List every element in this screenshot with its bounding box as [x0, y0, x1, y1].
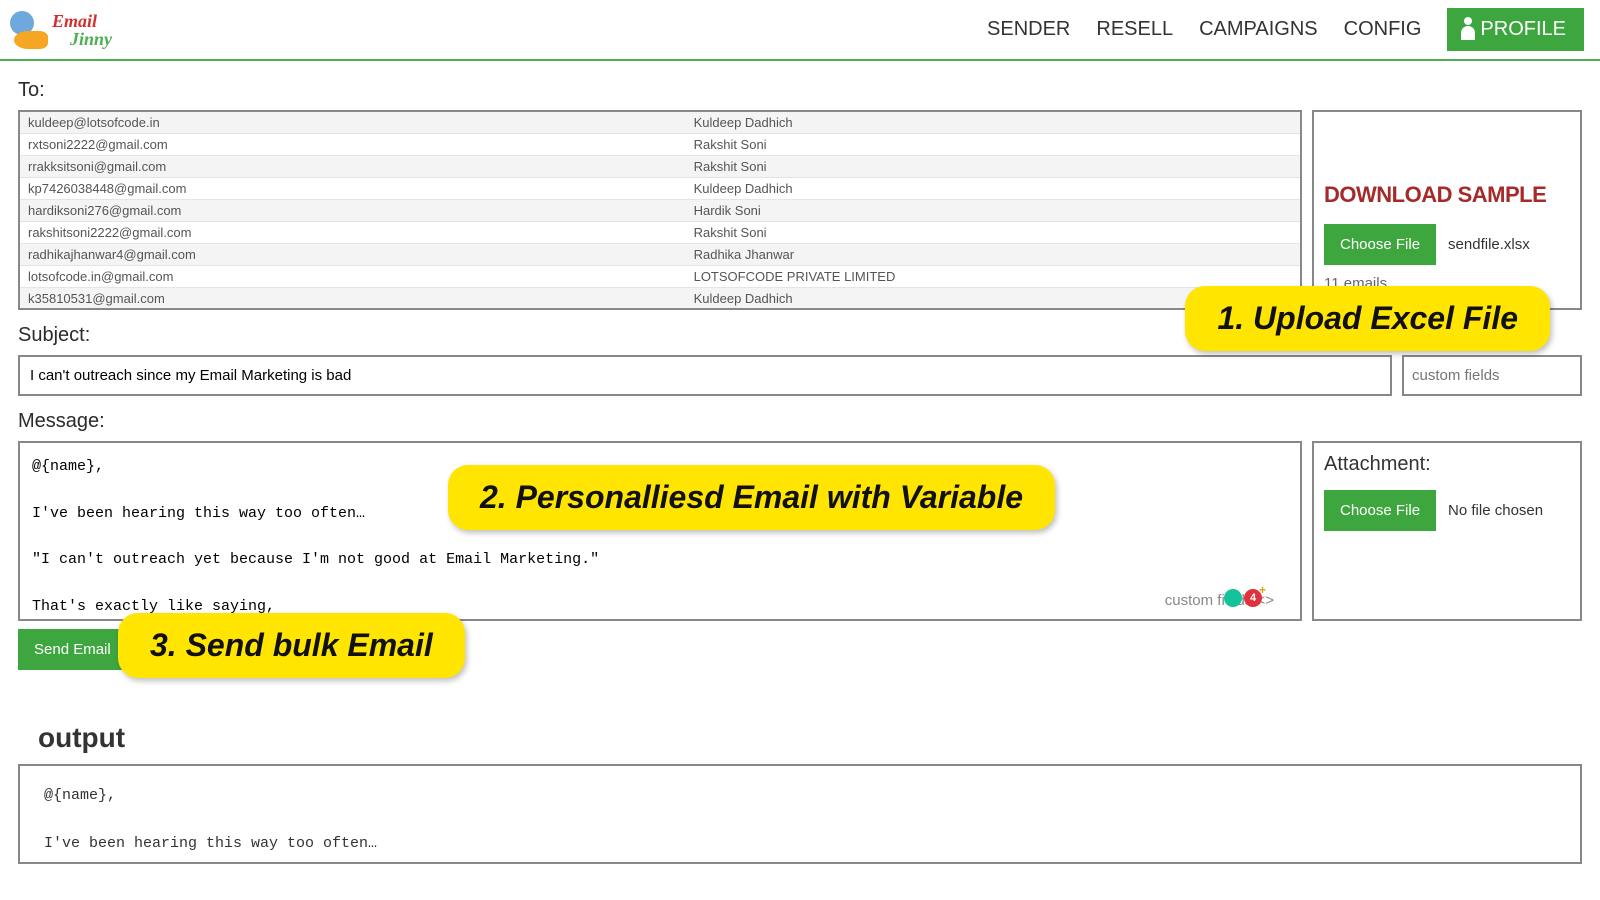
nav-menu: SENDER RESELL CAMPAIGNS CONFIG PROFILE — [987, 8, 1584, 51]
table-row[interactable]: hardiksoni276@gmail.comHardik Soni — [20, 200, 1300, 222]
message-row: custom fields <> 4 Attachment: Choose Fi… — [18, 441, 1582, 621]
recipient-email: kuldeep@lotsofcode.in — [20, 112, 686, 134]
recipient-name: Radhika Jhanwar — [686, 244, 1300, 266]
header-bar: Email Jinny SENDER RESELL CAMPAIGNS CONF… — [0, 0, 1600, 61]
recipient-name: Hardik Soni — [686, 200, 1300, 222]
logo-text: Email Jinny — [52, 12, 112, 48]
main-content: To: kuldeep@lotsofcode.inKuldeep Dadhich… — [0, 61, 1600, 680]
callout-send: 3. Send bulk Email — [118, 613, 465, 678]
nav-sender[interactable]: SENDER — [987, 18, 1070, 41]
recipient-name: Kuldeep Dadhich — [686, 112, 1300, 134]
output-box[interactable]: @{name}, I've been hearing this way too … — [18, 764, 1582, 864]
nav-campaigns[interactable]: CAMPAIGNS — [1199, 18, 1318, 41]
to-row: kuldeep@lotsofcode.inKuldeep Dadhichrxts… — [18, 110, 1582, 310]
output-title: output — [18, 712, 1582, 764]
grammarly-check-icon — [1224, 589, 1242, 607]
table-row[interactable]: rrakksitsoni@gmail.comRakshit Soni — [20, 156, 1300, 178]
profile-label: PROFILE — [1480, 18, 1566, 41]
logo[interactable]: Email Jinny — [8, 9, 112, 51]
output-section: output @{name}, I've been hearing this w… — [0, 712, 1600, 864]
recipient-email: k35810531@gmail.com — [20, 288, 686, 309]
recipients-table-wrap: kuldeep@lotsofcode.inKuldeep Dadhichrxts… — [18, 110, 1302, 310]
recipient-name: Rakshit Soni — [686, 134, 1300, 156]
subject-custom-fields-select[interactable] — [1402, 355, 1582, 396]
recipient-email: rxtsoni2222@gmail.com — [20, 134, 686, 156]
download-sample-link[interactable]: DOWNLOAD SAMPLE — [1324, 182, 1570, 208]
table-row[interactable]: lotsofcode.in@gmail.comLOTSOFCODE PRIVAT… — [20, 266, 1300, 288]
table-row[interactable]: kp7426038448@gmail.comKuldeep Dadhich — [20, 178, 1300, 200]
attachment-panel: Attachment: Choose File No file chosen — [1312, 441, 1582, 621]
attachment-label: Attachment: — [1324, 453, 1570, 476]
to-label: To: — [18, 79, 1582, 102]
upload-panel: DOWNLOAD SAMPLE Choose File sendfile.xls… — [1312, 110, 1582, 310]
recipient-email: kp7426038448@gmail.com — [20, 178, 686, 200]
recipient-email: rrakksitsoni@gmail.com — [20, 156, 686, 178]
attachment-status: No file chosen — [1448, 502, 1543, 519]
table-row[interactable]: radhikajhanwar4@gmail.comRadhika Jhanwar — [20, 244, 1300, 266]
recipient-name: Kuldeep Dadhich — [686, 178, 1300, 200]
attachment-choose-file-button[interactable]: Choose File — [1324, 490, 1436, 531]
callout-upload: 1. Upload Excel File — [1185, 286, 1550, 351]
recipients-table: kuldeep@lotsofcode.inKuldeep Dadhichrxts… — [20, 112, 1300, 308]
lamp-genie-icon — [8, 9, 50, 51]
send-email-button[interactable]: Send Email — [18, 629, 127, 670]
profile-button[interactable]: PROFILE — [1447, 8, 1584, 51]
table-row[interactable]: rakshitsoni2222@gmail.comRakshit Soni — [20, 222, 1300, 244]
upload-filename: sendfile.xlsx — [1448, 236, 1530, 253]
message-label: Message: — [18, 410, 1582, 433]
upload-choose-file-button[interactable]: Choose File — [1324, 224, 1436, 265]
recipient-email: lotsofcode.in@gmail.com — [20, 266, 686, 288]
nav-resell[interactable]: RESELL — [1096, 18, 1173, 41]
subject-row — [18, 355, 1582, 396]
subject-input[interactable] — [18, 355, 1392, 396]
table-row[interactable]: k35810531@gmail.comKuldeep Dadhich — [20, 288, 1300, 309]
recipient-email: hardiksoni276@gmail.com — [20, 200, 686, 222]
recipient-name: Rakshit Soni — [686, 222, 1300, 244]
table-row[interactable]: rxtsoni2222@gmail.comRakshit Soni — [20, 134, 1300, 156]
recipient-name: Rakshit Soni — [686, 156, 1300, 178]
callout-personalise: 2. Personalliesd Email with Variable — [448, 465, 1055, 530]
grammarly-issues-icon: 4 — [1244, 589, 1262, 607]
nav-config[interactable]: CONFIG — [1344, 18, 1422, 41]
grammarly-badge[interactable]: 4 — [1224, 589, 1262, 607]
recipients-scroll[interactable]: kuldeep@lotsofcode.inKuldeep Dadhichrxts… — [20, 112, 1300, 308]
person-icon — [1461, 26, 1475, 40]
table-row[interactable]: kuldeep@lotsofcode.inKuldeep Dadhich — [20, 112, 1300, 134]
recipient-email: radhikajhanwar4@gmail.com — [20, 244, 686, 266]
recipient-email: rakshitsoni2222@gmail.com — [20, 222, 686, 244]
recipient-name: LOTSOFCODE PRIVATE LIMITED — [686, 266, 1300, 288]
